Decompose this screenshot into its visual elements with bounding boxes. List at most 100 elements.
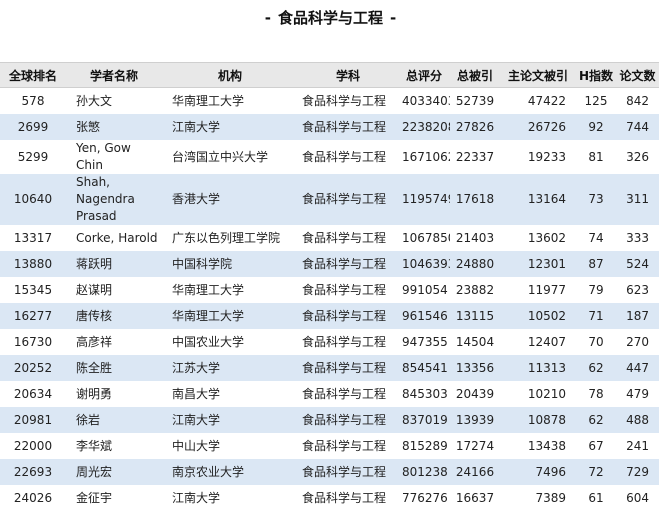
cell-main-paper-citations: 10878: [500, 407, 576, 433]
table-row: 578孙大文华南理工大学食品科学与工程403340352739474221258…: [0, 88, 659, 115]
cell-total-citations: 17618: [450, 174, 500, 225]
cell-global-rank: 16730: [0, 329, 66, 355]
cell-subject: 食品科学与工程: [298, 88, 398, 115]
cell-scholar-name: Corke, Harold: [66, 225, 162, 251]
cell-institution: 广东以色列理工学院: [162, 225, 298, 251]
cell-paper-count: 326: [616, 140, 659, 174]
cell-subject: 食品科学与工程: [298, 485, 398, 511]
cell-total-score: 845303: [398, 381, 450, 407]
cell-subject: 食品科学与工程: [298, 114, 398, 140]
cell-scholar-name: 李华斌: [66, 433, 162, 459]
cell-h-index: 71: [576, 303, 616, 329]
table-row: 20981徐岩江南大学食品科学与工程837019139391087862488: [0, 407, 659, 433]
cell-institution: 南京农业大学: [162, 459, 298, 485]
table-row: 22000李华斌中山大学食品科学与工程815289172741343867241: [0, 433, 659, 459]
cell-paper-count: 187: [616, 303, 659, 329]
table-row: 22693周光宏南京农业大学食品科学与工程8012382416674967272…: [0, 459, 659, 485]
header-paper-count[interactable]: 论文数: [616, 63, 659, 88]
header-main-paper-citations[interactable]: 主论文被引: [500, 63, 576, 88]
header-subject[interactable]: 学科: [298, 63, 398, 88]
cell-scholar-name: Shah, Nagendra Prasad: [66, 174, 162, 225]
cell-main-paper-citations: 12407: [500, 329, 576, 355]
cell-global-rank: 16277: [0, 303, 66, 329]
cell-h-index: 78: [576, 381, 616, 407]
cell-subject: 食品科学与工程: [298, 251, 398, 277]
cell-scholar-name: 徐岩: [66, 407, 162, 433]
cell-subject: 食品科学与工程: [298, 277, 398, 303]
cell-total-citations: 24880: [450, 251, 500, 277]
cell-subject: 食品科学与工程: [298, 381, 398, 407]
cell-h-index: 70: [576, 329, 616, 355]
cell-scholar-name: Yen, Gow Chin: [66, 140, 162, 174]
cell-h-index: 62: [576, 407, 616, 433]
cell-institution: 台湾国立中兴大学: [162, 140, 298, 174]
cell-main-paper-citations: 13164: [500, 174, 576, 225]
cell-h-index: 125: [576, 88, 616, 115]
cell-paper-count: 604: [616, 485, 659, 511]
cell-main-paper-citations: 10502: [500, 303, 576, 329]
cell-h-index: 62: [576, 355, 616, 381]
cell-total-score: 1671062: [398, 140, 450, 174]
cell-paper-count: 241: [616, 433, 659, 459]
cell-institution: 江南大学: [162, 485, 298, 511]
cell-total-citations: 13939: [450, 407, 500, 433]
cell-scholar-name: 谢明勇: [66, 381, 162, 407]
table-row: 13880蒋跃明中国科学院食品科学与工程10463932488012301875…: [0, 251, 659, 277]
cell-total-score: 2238208: [398, 114, 450, 140]
header-total-score[interactable]: 总评分: [398, 63, 450, 88]
cell-h-index: 73: [576, 174, 616, 225]
cell-subject: 食品科学与工程: [298, 225, 398, 251]
cell-global-rank: 24026: [0, 485, 66, 511]
ranking-table: 全球排名 学者名称 机构 学科 总评分 总被引 主论文被引 H指数 论文数 57…: [0, 62, 659, 511]
header-institution[interactable]: 机构: [162, 63, 298, 88]
cell-total-citations: 23882: [450, 277, 500, 303]
cell-global-rank: 10640: [0, 174, 66, 225]
cell-scholar-name: 蒋跃明: [66, 251, 162, 277]
cell-total-score: 991054: [398, 277, 450, 303]
cell-h-index: 79: [576, 277, 616, 303]
cell-total-score: 854541: [398, 355, 450, 381]
cell-main-paper-citations: 13602: [500, 225, 576, 251]
header-h-index[interactable]: H指数: [576, 63, 616, 88]
cell-global-rank: 20634: [0, 381, 66, 407]
cell-total-citations: 17274: [450, 433, 500, 459]
cell-main-paper-citations: 47422: [500, 88, 576, 115]
cell-paper-count: 623: [616, 277, 659, 303]
cell-global-rank: 13880: [0, 251, 66, 277]
cell-paper-count: 842: [616, 88, 659, 115]
cell-total-score: 1046393: [398, 251, 450, 277]
cell-global-rank: 2699: [0, 114, 66, 140]
header-global-rank[interactable]: 全球排名: [0, 63, 66, 88]
cell-main-paper-citations: 10210: [500, 381, 576, 407]
cell-main-paper-citations: 7496: [500, 459, 576, 485]
cell-total-score: 776276: [398, 485, 450, 511]
cell-total-citations: 24166: [450, 459, 500, 485]
cell-scholar-name: 唐传核: [66, 303, 162, 329]
table-row: 20634谢明勇南昌大学食品科学与工程845303204391021078479: [0, 381, 659, 407]
cell-institution: 华南理工大学: [162, 277, 298, 303]
cell-paper-count: 270: [616, 329, 659, 355]
cell-h-index: 74: [576, 225, 616, 251]
cell-total-citations: 52739: [450, 88, 500, 115]
cell-institution: 中国农业大学: [162, 329, 298, 355]
cell-total-citations: 22337: [450, 140, 500, 174]
cell-total-citations: 27826: [450, 114, 500, 140]
cell-main-paper-citations: 11977: [500, 277, 576, 303]
cell-scholar-name: 金征宇: [66, 485, 162, 511]
cell-paper-count: 524: [616, 251, 659, 277]
cell-total-score: 1195749: [398, 174, 450, 225]
cell-institution: 中山大学: [162, 433, 298, 459]
cell-scholar-name: 高彦祥: [66, 329, 162, 355]
header-scholar-name[interactable]: 学者名称: [66, 63, 162, 88]
header-total-citations[interactable]: 总被引: [450, 63, 500, 88]
cell-total-score: 815289: [398, 433, 450, 459]
cell-scholar-name: 陈全胜: [66, 355, 162, 381]
cell-global-rank: 22000: [0, 433, 66, 459]
cell-h-index: 81: [576, 140, 616, 174]
cell-institution: 华南理工大学: [162, 88, 298, 115]
cell-total-score: 801238: [398, 459, 450, 485]
cell-total-citations: 13115: [450, 303, 500, 329]
cell-total-score: 4033403: [398, 88, 450, 115]
cell-total-score: 961546: [398, 303, 450, 329]
cell-h-index: 87: [576, 251, 616, 277]
